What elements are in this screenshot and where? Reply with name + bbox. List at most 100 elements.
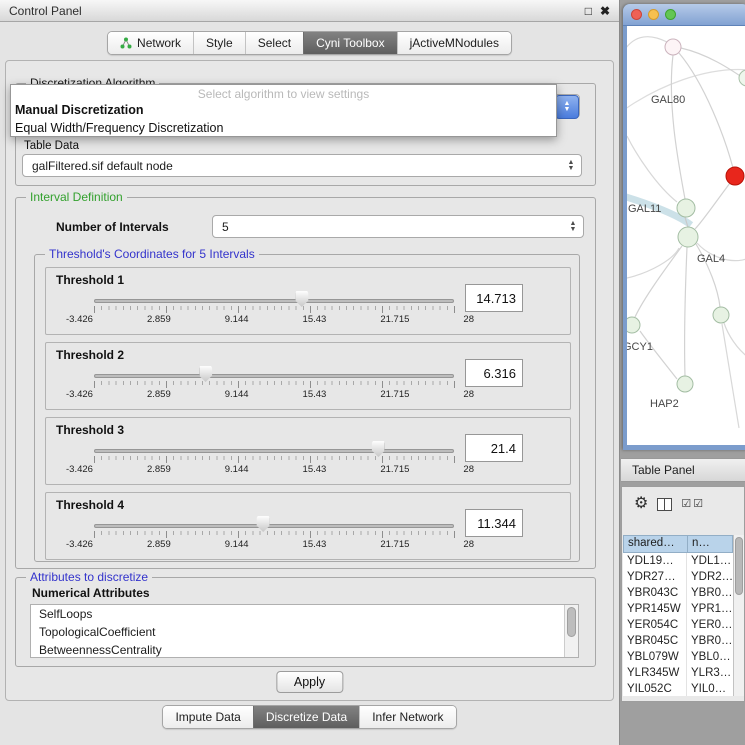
scale-tick-label: 15.43: [303, 539, 327, 550]
table-columns-icon[interactable]: [657, 498, 672, 511]
network-node[interactable]: [627, 317, 640, 333]
slider-ticks: [94, 531, 454, 535]
table-row[interactable]: YDL19…YDL1…: [623, 553, 733, 569]
cell: YPR1…: [687, 601, 733, 617]
table-row[interactable]: YPR145WYPR1…: [623, 601, 733, 617]
number-of-intervals-select[interactable]: 5 ▲ ▼: [212, 215, 584, 238]
table-row[interactable]: YIL052CYIL0…: [623, 681, 733, 696]
slider-thumb[interactable]: [295, 291, 308, 307]
scale-tick-label: 21.715: [380, 389, 409, 400]
tab-impute-data[interactable]: Impute Data: [163, 706, 252, 728]
gear-icon[interactable]: ⚙: [634, 496, 648, 512]
slider-track[interactable]: [94, 299, 454, 303]
cell: YDR27…: [623, 569, 687, 585]
threshold-label: Threshold 4: [56, 498, 124, 512]
scale-tick-label: -3.426: [66, 389, 93, 400]
tab-jactivemnodules[interactable]: jActiveMNodules: [397, 32, 511, 54]
list-item[interactable]: SelfLoops: [31, 605, 578, 623]
control-panel-window: Control Panel □ ✖ Network Style Select C…: [0, 0, 620, 745]
table-row[interactable]: YDR27…YDR2…: [623, 569, 733, 585]
network-node[interactable]: [677, 376, 693, 392]
dropdown-option-equal-width-frequency[interactable]: Equal Width/Frequency Discretization: [11, 119, 556, 137]
node-label: GAL80: [651, 94, 685, 106]
close-icon[interactable]: ✖: [600, 5, 610, 17]
tab-infer-network[interactable]: Infer Network: [359, 706, 455, 728]
slider-thumb[interactable]: [257, 516, 270, 532]
chevron-updown-icon: ▲ ▼: [563, 216, 583, 237]
minimize-button[interactable]: [648, 9, 659, 20]
numerical-attributes-heading: Numerical Attributes: [32, 586, 150, 600]
slider-track[interactable]: [94, 449, 454, 453]
network-node[interactable]: [677, 199, 695, 217]
select-none-checkbox-icon[interactable]: ☑: [693, 499, 703, 510]
threshold-3-value-field[interactable]: [465, 434, 523, 462]
tab-select[interactable]: Select: [245, 32, 303, 54]
list-item[interactable]: TopologicalCoefficient: [31, 623, 578, 641]
group-title: Interval Definition: [26, 190, 127, 204]
chevron-updown-icon[interactable]: ▲ ▼: [555, 95, 579, 119]
slider-thumb[interactable]: [199, 366, 212, 382]
tab-discretize-data[interactable]: Discretize Data: [253, 706, 359, 728]
slider-track[interactable]: [94, 374, 454, 378]
slider-thumb[interactable]: [372, 441, 385, 457]
network-window-titlebar[interactable]: [623, 4, 745, 26]
column-header-name[interactable]: n…: [687, 535, 733, 553]
network-node-selected[interactable]: [726, 167, 744, 185]
threshold-1-slider[interactable]: -3.426 2.859 9.144 15.43 21.715 28: [94, 288, 454, 328]
scale-tick-label: 9.144: [225, 539, 249, 550]
select-all-checkbox-icon[interactable]: ☑: [681, 499, 691, 510]
threshold-3-panel: Threshold 3 -3.426 2.859 9.144 15.43 21.…: [45, 417, 571, 485]
list-item[interactable]: BetweennessCentrality: [31, 641, 578, 658]
threshold-1-panel: Threshold 1 -3.426 2.859 9.144 15.43 21.…: [45, 267, 571, 335]
column-header-shared-name[interactable]: shared…: [623, 535, 687, 553]
close-button[interactable]: [631, 9, 642, 20]
threshold-1-value-field[interactable]: [465, 284, 523, 312]
apply-button[interactable]: Apply: [276, 671, 343, 693]
threshold-4-value-field[interactable]: [465, 509, 523, 537]
network-node[interactable]: [739, 70, 745, 86]
slider-scale: -3.426 2.859 9.144 15.43 21.715 28: [66, 539, 474, 550]
threshold-4-panel: Threshold 4 -3.426 2.859 9.144 15.43 21.…: [45, 492, 571, 560]
cell: YIL0…: [687, 681, 733, 696]
slider-scale: -3.426 2.859 9.144 15.43 21.715 28: [66, 464, 474, 475]
table-scrollbar[interactable]: [733, 535, 744, 696]
cell: YER054C: [623, 617, 687, 633]
algorithm-dropdown-popup: Select algorithm to view settings Manual…: [10, 84, 557, 137]
table-row[interactable]: YBR043CYBR0…: [623, 585, 733, 601]
list-scrollbar[interactable]: [564, 605, 578, 657]
number-of-intervals-label: Number of Intervals: [56, 220, 169, 234]
group-title: Attributes to discretize: [26, 570, 152, 584]
cyni-toolbox-panel: Discretization Algorithm ▲ ▼ Table Data …: [5, 60, 614, 701]
table-row[interactable]: YER054CYER0…: [623, 617, 733, 633]
network-node[interactable]: [678, 227, 698, 247]
scale-tick-label: 28: [463, 539, 474, 550]
dropdown-option-manual-discretization[interactable]: Manual Discretization: [11, 101, 556, 119]
slider-ticks: [94, 456, 454, 460]
network-view-window: GAL80 GAL11 GAL4 GCY1 HAP2: [623, 4, 745, 450]
network-node[interactable]: [713, 307, 729, 323]
threshold-2-slider[interactable]: -3.426 2.859 9.144 15.43 21.715 28: [94, 363, 454, 403]
tab-network[interactable]: Network: [108, 32, 193, 54]
table-data-select[interactable]: galFiltered.sif default node ▲ ▼: [22, 154, 582, 177]
table-row[interactable]: YLR345WYLR3…: [623, 665, 733, 681]
slider-track[interactable]: [94, 524, 454, 528]
table-row[interactable]: YBL079WYBL0…: [623, 649, 733, 665]
cell: YBR0…: [687, 633, 733, 649]
tab-style[interactable]: Style: [193, 32, 245, 54]
threshold-2-value-field[interactable]: [465, 359, 523, 387]
threshold-3-slider[interactable]: -3.426 2.859 9.144 15.43 21.715 28: [94, 438, 454, 478]
table-row[interactable]: YBR045CYBR0…: [623, 633, 733, 649]
zoom-button[interactable]: [665, 9, 676, 20]
tab-label: Select: [258, 36, 291, 50]
scrollbar-thumb[interactable]: [567, 607, 576, 637]
bottom-tab-segment: Impute Data Discretize Data Infer Networ…: [162, 705, 456, 729]
network-canvas[interactable]: GAL80 GAL11 GAL4 GCY1 HAP2: [627, 26, 745, 445]
minimize-icon[interactable]: □: [585, 5, 592, 17]
scrollbar-thumb[interactable]: [735, 537, 743, 595]
table-panel-header: Table Panel: [621, 458, 745, 482]
tab-cyni-toolbox[interactable]: Cyni Toolbox: [303, 32, 396, 54]
tab-label: Network: [137, 36, 181, 50]
scale-tick-label: 28: [463, 464, 474, 475]
threshold-4-slider[interactable]: -3.426 2.859 9.144 15.43 21.715 28: [94, 513, 454, 553]
network-node[interactable]: [665, 39, 681, 55]
